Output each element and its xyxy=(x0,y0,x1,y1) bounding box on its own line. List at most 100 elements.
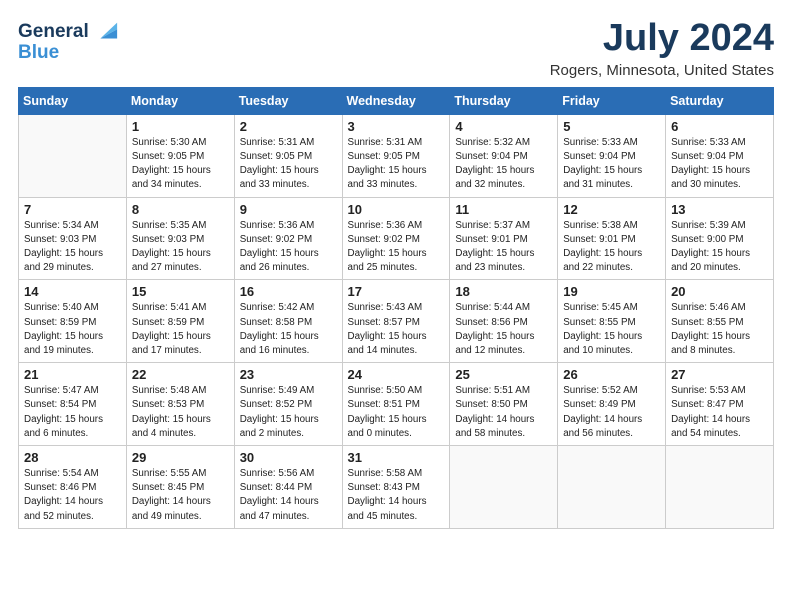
day-number: 21 xyxy=(24,367,121,382)
sunrise: Sunrise: 5:34 AM xyxy=(24,220,99,231)
daylight: Daylight: 15 hoursand 8 minutes. xyxy=(671,331,750,356)
calendar-cell: 8Sunrise: 5:35 AMSunset: 9:03 PMDaylight… xyxy=(126,197,234,280)
calendar-week-row: 14 Sunrise: 5:40 AMSunset: 8:59 PMDayligh… xyxy=(19,280,774,363)
sunset: Sunset: 8:56 PM xyxy=(455,317,527,328)
calendar-cell xyxy=(450,446,558,529)
sunrise: Sunrise: 5:33 AM xyxy=(563,137,638,148)
day-number: 9 xyxy=(240,202,337,217)
day-number: 3 xyxy=(348,119,445,134)
daylight: Daylight: 15 hoursand 26 minutes. xyxy=(240,248,319,273)
daylight: Daylight: 15 hoursand 6 minutes. xyxy=(24,414,103,439)
sunrise: Sunrise: 5:47 AM xyxy=(24,385,99,396)
day-of-week-header: Wednesday xyxy=(342,87,450,114)
calendar-cell xyxy=(666,446,774,529)
calendar-week-row: 21 Sunrise: 5:47 AM Sunset: 8:54 PM Dayligh… xyxy=(19,363,774,446)
day-number: 14 xyxy=(24,284,121,299)
sunset: Sunset: 8:58 PM xyxy=(240,317,312,328)
sunrise: Sunrise: 5:52 AM xyxy=(563,385,638,396)
calendar-header-row: SundayMondayTuesdayWednesdayThursdayFrid… xyxy=(19,87,774,114)
daylight: Daylight: 15 hoursand 4 minutes. xyxy=(132,414,211,439)
day-number: 23 xyxy=(240,367,337,382)
calendar-cell: 4 Sunrise: 5:32 AMSunset: 9:04 PMDaylight… xyxy=(450,114,558,197)
calendar-cell: 26Sunrise: 5:52 AMSunset: 8:49 PMDayligh… xyxy=(558,363,666,446)
day-number: 19 xyxy=(563,284,660,299)
day-number: 12 xyxy=(563,202,660,217)
location: Rogers, Minnesota, United States xyxy=(550,62,774,79)
sunset: Sunset: 9:05 PM xyxy=(132,151,204,162)
day-number: 28 xyxy=(24,450,121,465)
sunset: Sunset: 8:44 PM xyxy=(240,482,312,493)
calendar-cell: 21 Sunrise: 5:47 AM Sunset: 8:54 PM Dayligh… xyxy=(19,363,127,446)
day-of-week-header: Tuesday xyxy=(234,87,342,114)
cell-info: Sunrise: 5:52 AM Sunset: 8:49 PM Daylight:… xyxy=(563,384,660,441)
cell-info: Sunrise: 5:33 AMSunset: 9:04 PMDaylight:… xyxy=(563,136,660,193)
daylight: Daylight: 14 hoursand 45 minutes. xyxy=(348,496,427,521)
daylight: Daylight: 15 hoursand 29 minutes. xyxy=(24,248,103,273)
day-number: 31 xyxy=(348,450,445,465)
sunset: Sunset: 8:51 PM xyxy=(348,399,420,410)
day-number: 4 xyxy=(455,119,552,134)
calendar-cell: 13Sunrise: 5:39 AMSunset: 9:00 PMDayligh… xyxy=(666,197,774,280)
sunrise: Sunrise: 5:30 AM xyxy=(132,137,207,148)
sunrise: Sunrise: 5:36 AM xyxy=(240,220,315,231)
daylight: Daylight: 15 hoursand 12 minutes. xyxy=(455,331,534,356)
cell-info: Sunrise: 5:44 AMSunset: 8:56 PMDaylight:… xyxy=(455,301,552,358)
calendar-cell: 2Sunrise: 5:31 AMSunset: 9:05 PMDaylight… xyxy=(234,114,342,197)
daylight: Daylight: 15 hoursand 32 minutes. xyxy=(455,165,534,190)
daylight: Daylight: 15 hoursand 17 minutes. xyxy=(132,331,211,356)
day-number: 30 xyxy=(240,450,337,465)
sunset: Sunset: 8:54 PM xyxy=(24,399,96,410)
cell-info: Sunrise: 5:40 AMSunset: 8:59 PMDaylight:… xyxy=(24,301,121,358)
cell-info: Sunrise: 5:50 AMSunset: 8:51 PMDaylight:… xyxy=(348,384,445,441)
cell-info: Sunrise: 5:54 AMSunset: 8:46 PMDaylight:… xyxy=(24,467,121,524)
day-of-week-header: Monday xyxy=(126,87,234,114)
cell-info: Sunrise: 5:39 AMSunset: 9:00 PMDaylight:… xyxy=(671,219,768,276)
sunrise: Sunrise: 5:33 AM xyxy=(671,137,746,148)
cell-info: Sunrise: 5:31 AMSunset: 9:05 PMDaylight:… xyxy=(348,136,445,193)
sunset: Sunset: 8:49 PM xyxy=(563,399,635,410)
sunset: Sunset: 8:55 PM xyxy=(563,317,635,328)
cell-info: Sunrise: 5:32 AMSunset: 9:04 PMDaylight:… xyxy=(455,136,552,193)
day-number: 29 xyxy=(132,450,229,465)
daylight: Daylight: 14 hoursand 56 minutes. xyxy=(563,414,642,439)
daylight: Daylight: 15 hoursand 33 minutes. xyxy=(240,165,319,190)
sunrise: Sunrise: 5:49 AM xyxy=(240,385,315,396)
daylight: Daylight: 15 hoursand 0 minutes. xyxy=(348,414,427,439)
sunset: Sunset: 8:59 PM xyxy=(132,317,204,328)
sunrise: Sunrise: 5:37 AM xyxy=(455,220,530,231)
cell-info: Sunrise: 5:49 AMSunset: 8:52 PMDaylight:… xyxy=(240,384,337,441)
cell-info: Sunrise: 5:33 AMSunset: 9:04 PMDaylight:… xyxy=(671,136,768,193)
cell-info: Sunrise: 5:51 AMSunset: 8:50 PMDaylight:… xyxy=(455,384,552,441)
calendar-week-row: 28 Sunrise: 5:54 AMSunset: 8:46 PMDayligh… xyxy=(19,446,774,529)
calendar-cell: 20Sunrise: 5:46 AMSunset: 8:55 PMDayligh… xyxy=(666,280,774,363)
cell-info: Sunrise: 5:42 AMSunset: 8:58 PMDaylight:… xyxy=(240,301,337,358)
calendar-cell: 14 Sunrise: 5:40 AMSunset: 8:59 PMDayligh… xyxy=(19,280,127,363)
sunset: Sunset: 9:01 PM xyxy=(455,234,527,245)
sunrise: Sunrise: 5:41 AM xyxy=(132,302,207,313)
cell-info: Sunrise: 5:58 AMSunset: 8:43 PMDaylight:… xyxy=(348,467,445,524)
daylight: Daylight: 15 hoursand 14 minutes. xyxy=(348,331,427,356)
calendar-cell: 5Sunrise: 5:33 AMSunset: 9:04 PMDaylight… xyxy=(558,114,666,197)
sunset: Sunset: 9:00 PM xyxy=(671,234,743,245)
cell-info: Sunrise: 5:55 AMSunset: 8:45 PMDaylight:… xyxy=(132,467,229,524)
daylight: Daylight: 15 hoursand 25 minutes. xyxy=(348,248,427,273)
cell-info: Sunrise: 5:53 AMSunset: 8:47 PMDaylight:… xyxy=(671,384,768,441)
daylight: Daylight: 15 hoursand 20 minutes. xyxy=(671,248,750,273)
day-number: 17 xyxy=(348,284,445,299)
day-number: 2 xyxy=(240,119,337,134)
daylight: Daylight: 14 hoursand 52 minutes. xyxy=(24,496,103,521)
cell-info: Sunrise: 5:56 AMSunset: 8:44 PMDaylight:… xyxy=(240,467,337,524)
day-of-week-header: Sunday xyxy=(19,87,127,114)
cell-info: Sunrise: 5:36 AMSunset: 9:02 PMDaylight:… xyxy=(240,219,337,276)
calendar-cell: 1Sunrise: 5:30 AMSunset: 9:05 PMDaylight… xyxy=(126,114,234,197)
cell-info: Sunrise: 5:46 AMSunset: 8:55 PMDaylight:… xyxy=(671,301,768,358)
calendar-cell: 28 Sunrise: 5:54 AMSunset: 8:46 PMDayligh… xyxy=(19,446,127,529)
sunset: Sunset: 9:02 PM xyxy=(348,234,420,245)
cell-info: Sunrise: 5:35 AMSunset: 9:03 PMDaylight:… xyxy=(132,219,229,276)
calendar-cell: 10Sunrise: 5:36 AMSunset: 9:02 PMDayligh… xyxy=(342,197,450,280)
month-title: July 2024 xyxy=(550,18,774,60)
calendar-cell: 29 Sunrise: 5:55 AMSunset: 8:45 PMDayligh… xyxy=(126,446,234,529)
daylight: Daylight: 15 hoursand 22 minutes. xyxy=(563,248,642,273)
day-number: 7 xyxy=(24,202,121,217)
calendar-cell: 24Sunrise: 5:50 AMSunset: 8:51 PMDayligh… xyxy=(342,363,450,446)
